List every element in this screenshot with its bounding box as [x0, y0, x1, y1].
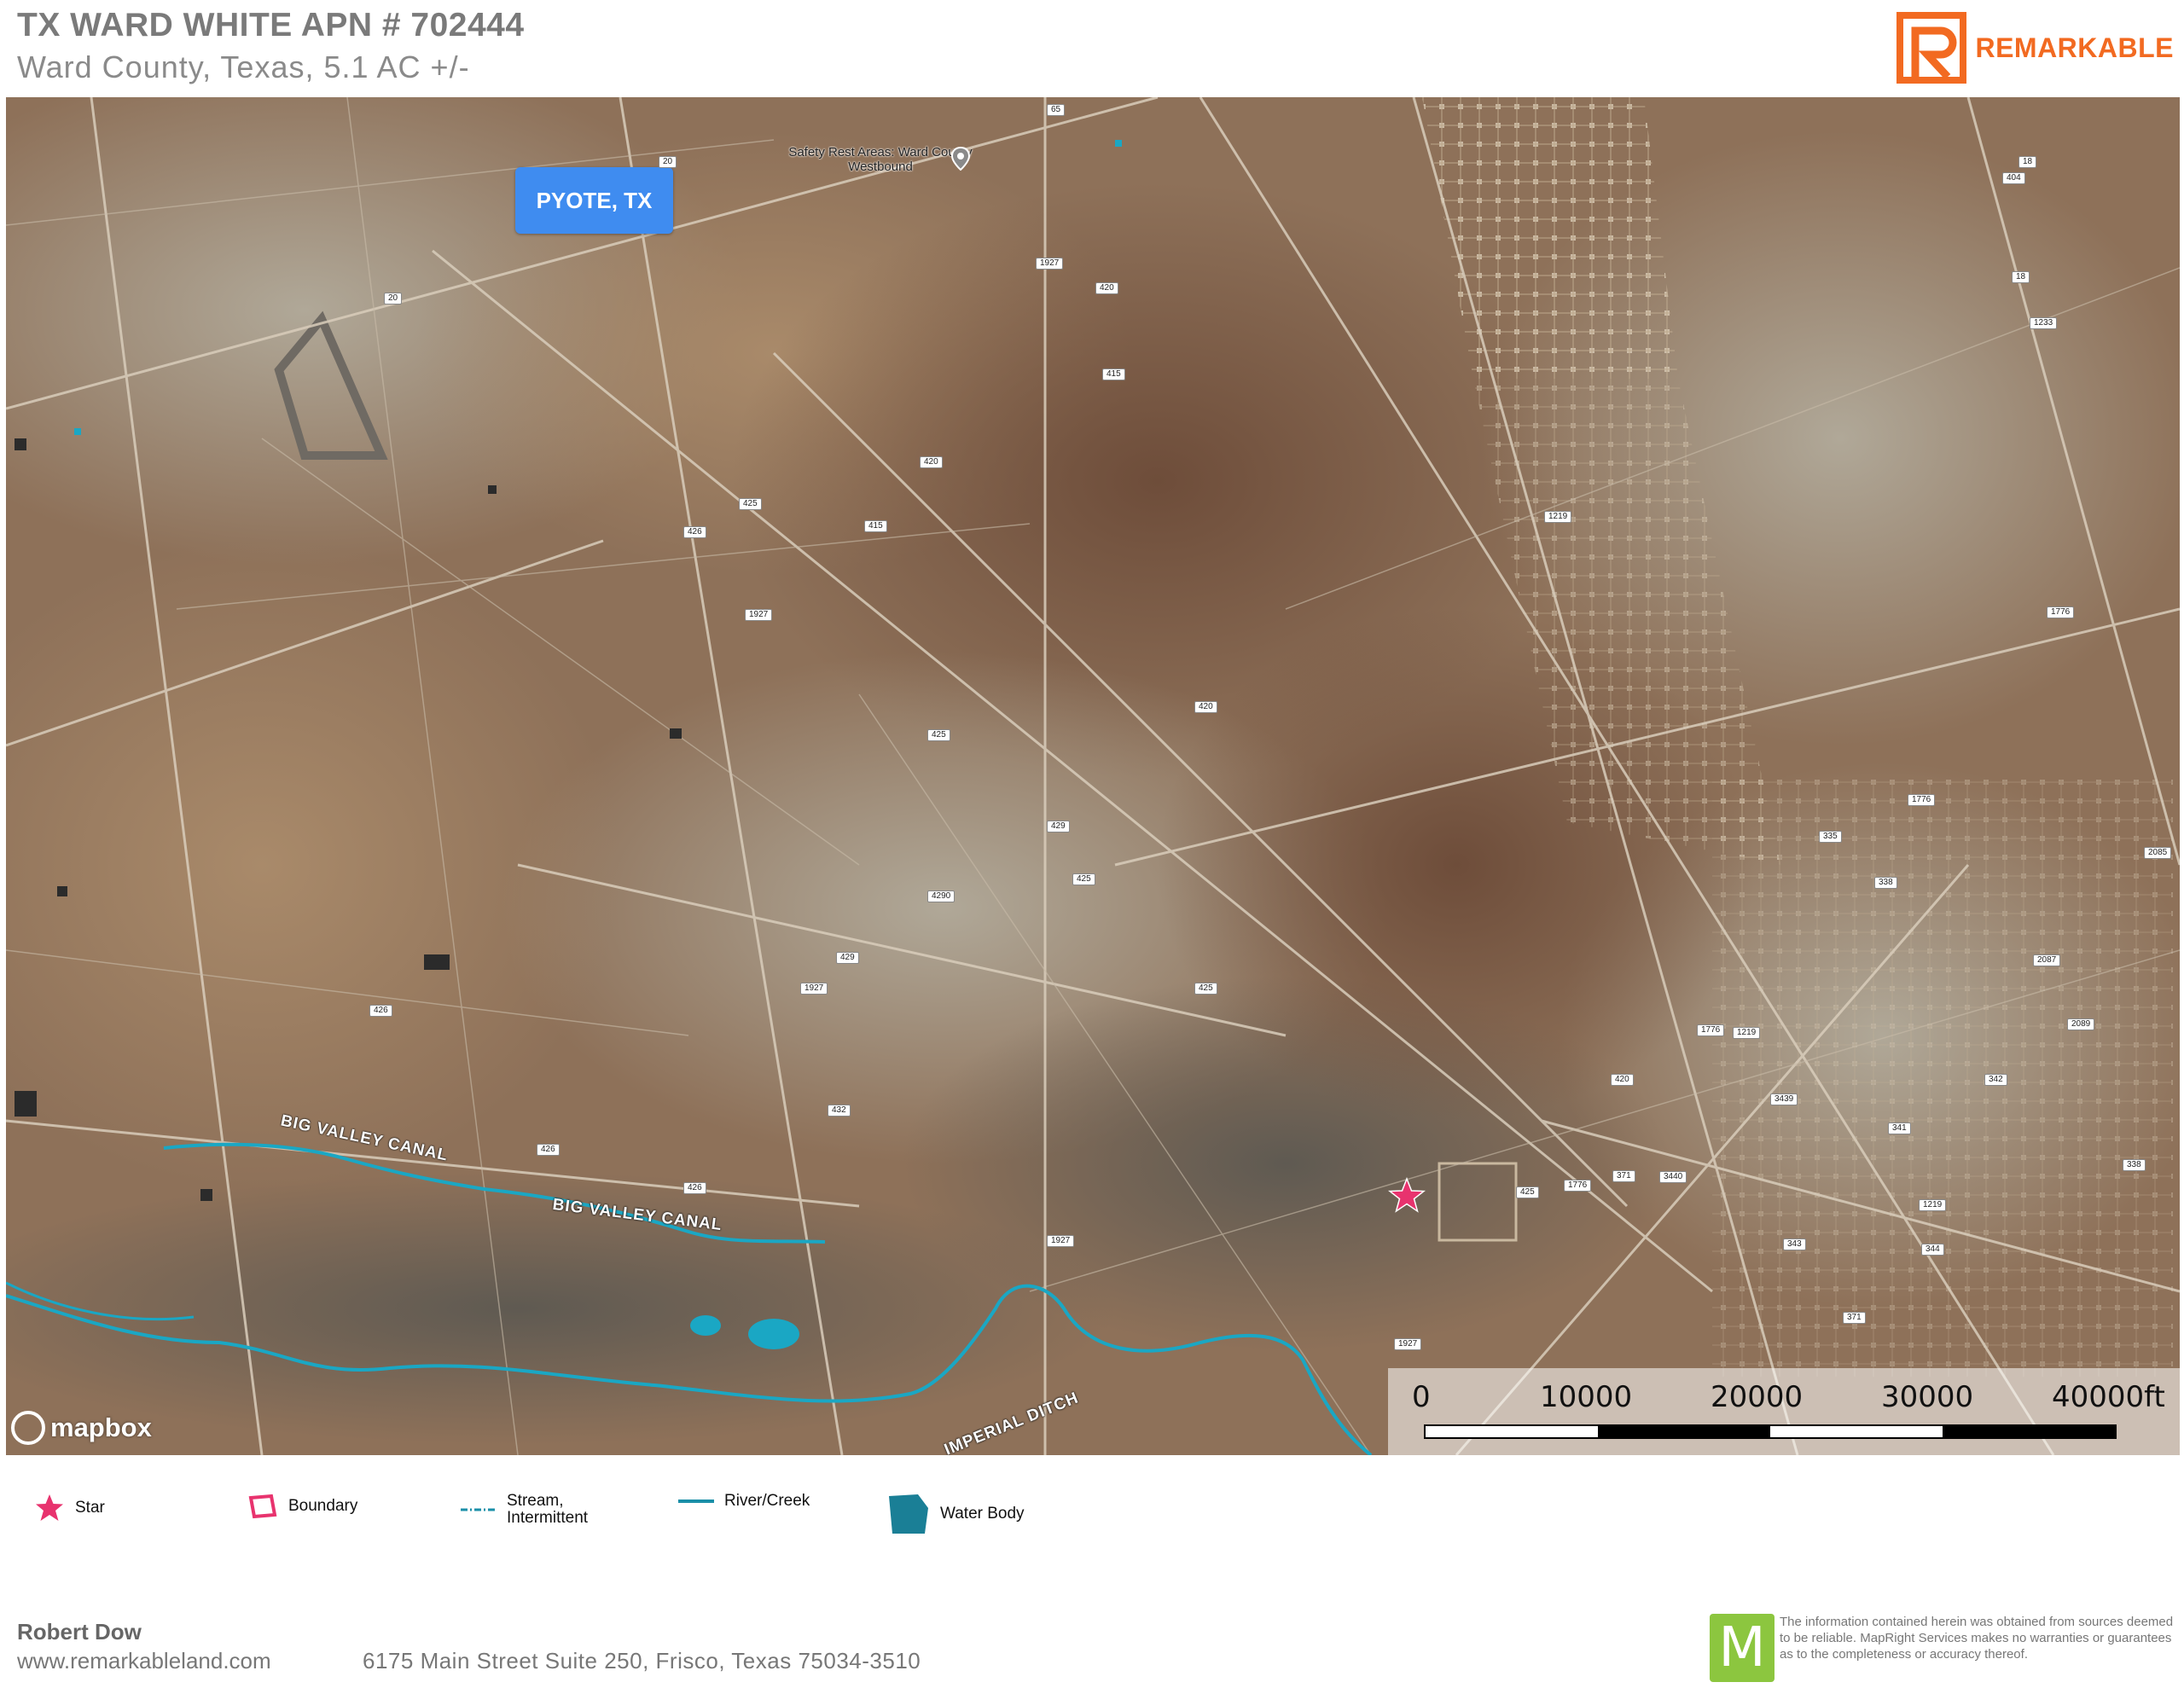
- road-shield: 20: [659, 156, 677, 168]
- scale-tick-label: 40000ft: [2052, 1380, 2165, 1414]
- disclaimer-text: The information contained herein was obt…: [1780, 1615, 2174, 1662]
- road-shield: 425: [739, 498, 762, 510]
- mapbox-attribution: mapbox: [50, 1412, 152, 1442]
- legend-item-stream: Stream, Intermittent: [461, 1493, 588, 1527]
- road-shield: 1927: [1394, 1338, 1422, 1350]
- road-shield: 3439: [1770, 1093, 1798, 1105]
- road-shield: 341: [1888, 1122, 1911, 1134]
- legend-item-boundary: Boundary: [247, 1493, 357, 1520]
- boundary-icon: [248, 1494, 277, 1519]
- stream-intermittent-icon: [461, 1508, 497, 1511]
- scale-tick-label: 30000: [1881, 1380, 1974, 1414]
- agent-website[interactable]: www.remarkableland.com: [17, 1648, 271, 1674]
- page-title: TX WARD WHITE APN # 702444: [17, 7, 525, 44]
- road-shield: 20: [384, 293, 403, 305]
- road-shield: 420: [1194, 701, 1217, 713]
- road-shield: 371: [1843, 1312, 1866, 1324]
- road-shield: 343: [1783, 1238, 1806, 1250]
- road-shield: 426: [537, 1144, 560, 1156]
- road-shield: 426: [369, 1005, 392, 1017]
- road-shield: 404: [2002, 172, 2025, 184]
- road-shield: 1219: [1919, 1199, 1947, 1211]
- star-icon[interactable]: [1388, 1177, 1426, 1215]
- river-creek-icon: [678, 1499, 714, 1503]
- road-shield: 65: [1047, 104, 1066, 116]
- remarkable-logo-icon: [1896, 12, 1967, 84]
- map-pin-icon[interactable]: [951, 147, 970, 171]
- road-shield: 371: [1612, 1170, 1635, 1182]
- legend-item-star: Star: [34, 1493, 105, 1523]
- star-icon: [36, 1494, 63, 1521]
- mapbox-icon: [11, 1411, 45, 1445]
- road-shield: 429: [836, 952, 859, 964]
- road-shield: 2087: [2033, 954, 2061, 966]
- scale-tick-label: 20000: [1711, 1380, 1804, 1414]
- road-shield: 4290: [927, 890, 956, 902]
- road-shield: 335: [1819, 831, 1842, 843]
- legend-label: Water Body: [940, 1505, 1025, 1523]
- road-shield: 420: [1611, 1074, 1634, 1086]
- brand-name: REMARKABLE: [1975, 32, 2174, 63]
- road-shield: 426: [683, 1182, 706, 1194]
- road-shield: 425: [1072, 873, 1095, 885]
- road-shield: 338: [2123, 1159, 2146, 1171]
- mapright-logo: M: [1710, 1614, 1774, 1682]
- legend-item-river: River/Creek: [678, 1493, 810, 1510]
- road-shield: 18: [2012, 271, 2030, 283]
- road-shield: 1927: [1036, 258, 1064, 270]
- road-shield: 1776: [2047, 606, 2075, 618]
- road-shield: 2085: [2144, 847, 2172, 859]
- road-shield: 432: [828, 1105, 851, 1117]
- road-shield: 415: [864, 520, 887, 532]
- road-shield: 1776: [1697, 1024, 1725, 1036]
- road-shield: 425: [1516, 1186, 1539, 1198]
- road-shield: 1927: [745, 609, 773, 621]
- brand-logo: REMARKABLE: [1896, 12, 2174, 84]
- road-shield: 1233: [2030, 317, 2058, 329]
- mapbox-logo[interactable]: mapbox: [11, 1411, 152, 1445]
- agent-address: 6175 Main Street Suite 250, Frisco, Texa…: [363, 1648, 921, 1673]
- road-shield: 420: [920, 456, 943, 468]
- road-shield: 415: [1102, 368, 1125, 380]
- legend-item-water-body: Water Body: [887, 1493, 1025, 1535]
- road-shield: 426: [683, 526, 706, 538]
- legend-label: Stream, Intermittent: [507, 1492, 589, 1527]
- road-shield: 1927: [800, 983, 828, 995]
- scale-track: [1424, 1424, 2117, 1439]
- road-shield: 1927: [1047, 1235, 1075, 1247]
- road-shield: 425: [1194, 983, 1217, 995]
- road-shield: 18: [2018, 156, 2037, 168]
- road-shield: 342: [1984, 1074, 2007, 1086]
- road-shield: 1776: [1564, 1180, 1592, 1192]
- location-callout[interactable]: PYOTE, TX: [515, 167, 673, 234]
- legend-label: Boundary: [288, 1497, 358, 1515]
- page-subtitle: Ward County, Texas, 5.1 AC +/-: [17, 49, 470, 84]
- satellite-imagery: [6, 97, 2180, 1455]
- road-shield: 344: [1921, 1244, 1944, 1256]
- satellite-map[interactable]: PYOTE, TX Safety Rest Areas: Ward County…: [6, 97, 2180, 1455]
- road-shield: 1219: [1544, 511, 1572, 523]
- road-shield: 429: [1047, 821, 1070, 832]
- scale-tick-label: 0: [1412, 1380, 1431, 1414]
- agent-name: Robert Dow: [17, 1619, 142, 1644]
- water-body-icon: [889, 1494, 928, 1534]
- road-shield: 1219: [1733, 1027, 1761, 1039]
- road-shield: 338: [1874, 877, 1897, 889]
- legend-label: River/Creek: [724, 1492, 810, 1510]
- road-shield: 3440: [1659, 1171, 1687, 1183]
- poi-label[interactable]: Safety Rest Areas: Ward County Westbound: [787, 145, 974, 174]
- legend-label: Star: [75, 1499, 105, 1517]
- scale-tick-label: 10000: [1540, 1380, 1633, 1414]
- road-shield: 2089: [2067, 1018, 2095, 1030]
- road-shield: 420: [1095, 282, 1118, 294]
- scale-bar: 0 10000 20000 30000 40000ft: [1388, 1368, 2180, 1455]
- road-shield: 425: [927, 729, 950, 741]
- road-shield: 1776: [1908, 794, 1936, 806]
